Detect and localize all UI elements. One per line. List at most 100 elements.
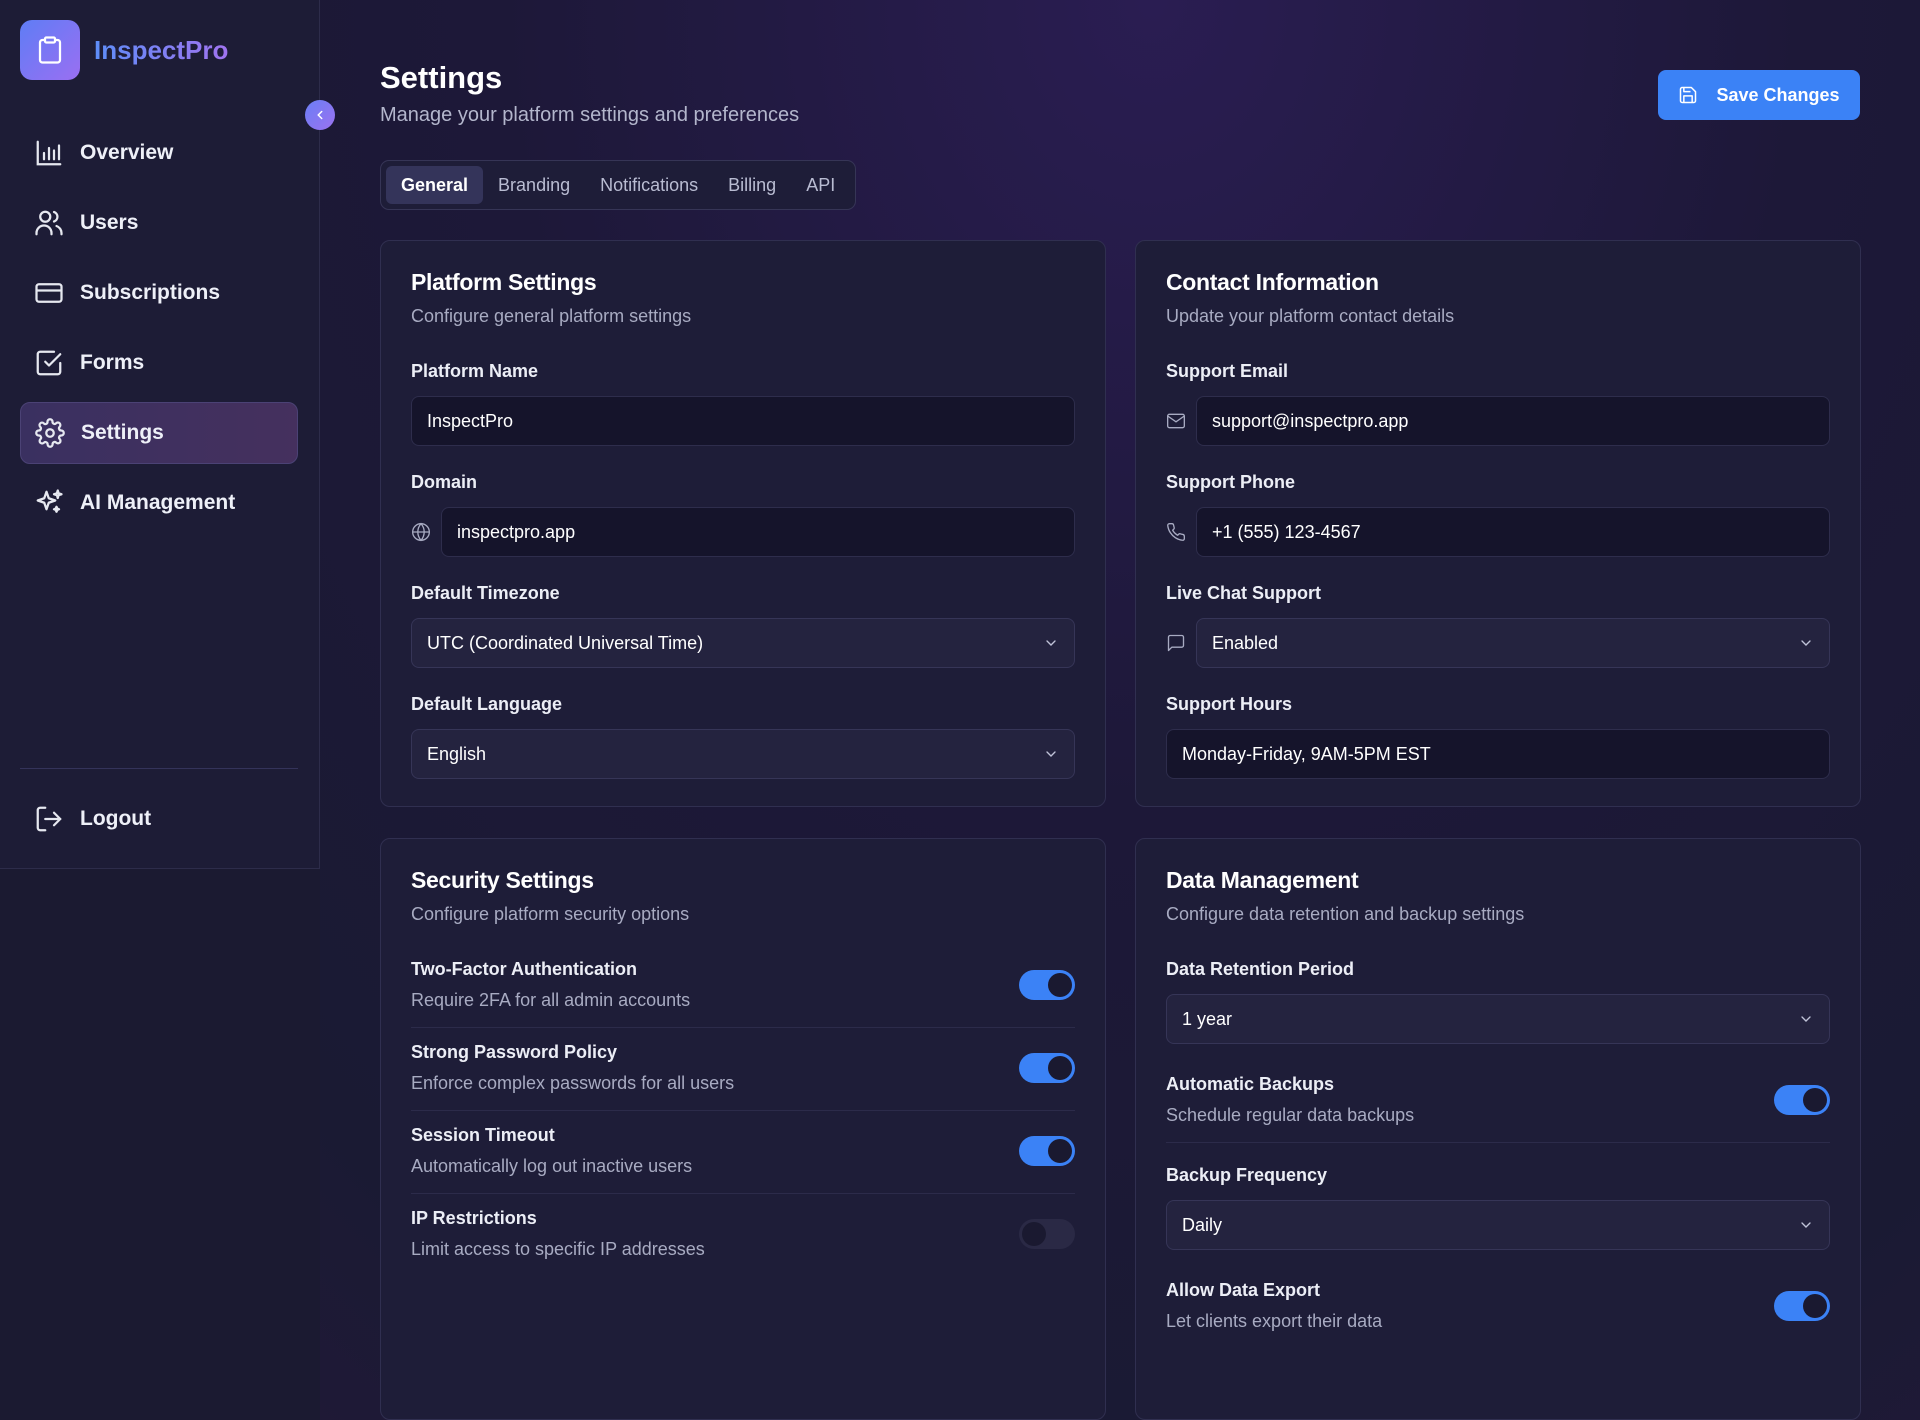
card-subtitle: Configure general platform settings [411, 306, 692, 326]
save-button[interactable]: Save Changes [1658, 70, 1860, 120]
timezone-select[interactable]: UTC (Coordinated Universal Time) [411, 618, 1075, 668]
toggle-description: Enforce complex passwords for all users [411, 1073, 735, 1093]
logout-label: Logout [80, 807, 152, 830]
sidebar-backdrop [0, 869, 320, 1420]
contact-information-card: Contact Information Update your platform… [1135, 240, 1861, 807]
chevron-left-icon [317, 110, 323, 120]
platform-name-label: Platform Name [411, 361, 539, 381]
language-label: Default Language [411, 694, 563, 714]
tab-notifications[interactable]: Notifications [585, 166, 713, 204]
chevron-down-icon [1046, 640, 1056, 646]
chevron-down-icon [1801, 640, 1811, 646]
checkbox-icon [36, 350, 62, 376]
backup-frequency-label: Backup Frequency [1166, 1165, 1328, 1185]
main-content: Settings Manage your platform settings a… [380, 60, 1861, 1420]
tab-branding[interactable]: Branding [483, 166, 585, 204]
password-policy-toggle[interactable] [1019, 1053, 1075, 1083]
sidebar-item-label: Settings [81, 421, 164, 444]
toggle-knob [1022, 1222, 1046, 1246]
card-title: Security Settings [411, 867, 594, 893]
backup-frequency-value: Daily [1182, 1214, 1223, 1235]
support-hours-input[interactable]: Monday-Friday, 9AM-5PM EST [1166, 729, 1830, 779]
data-export-row: Allow Data Export Let clients export the… [1166, 1266, 1830, 1348]
backup-frequency-select[interactable]: Daily [1166, 1200, 1830, 1250]
chevron-down-icon [1801, 1016, 1811, 1022]
logout-button[interactable]: Logout [20, 788, 298, 850]
chevron-down-icon [1801, 1222, 1811, 1228]
page-subtitle: Manage your platform settings and prefer… [380, 104, 800, 126]
tab-api[interactable]: API [791, 166, 850, 204]
data-management-card: Data Management Configure data retention… [1135, 838, 1861, 1420]
support-hours-label: Support Hours [1166, 694, 1292, 714]
retention-select[interactable]: 1 year [1166, 994, 1830, 1044]
sidebar-divider [20, 768, 298, 769]
ip-restrictions-toggle[interactable] [1019, 1219, 1075, 1249]
sidebar-item-settings[interactable]: Settings [20, 402, 298, 464]
toggle-knob [1048, 973, 1072, 997]
sidebar-item-ai-management[interactable]: AI Management [20, 472, 298, 534]
live-chat-value: Enabled [1212, 632, 1279, 653]
security-settings-card: Security Settings Configure platform sec… [380, 838, 1106, 1420]
toggle-title: Automatic Backups [1166, 1074, 1335, 1094]
ip-restrictions-row: IP Restrictions Limit access to specific… [411, 1194, 1075, 1276]
toggle-description: Let clients export their data [1166, 1311, 1383, 1331]
toggle-description: Limit access to specific IP addresses [411, 1239, 705, 1259]
support-email-label: Support Email [1166, 361, 1289, 381]
sidebar-item-forms[interactable]: Forms [20, 332, 298, 394]
password-policy-row: Strong Password Policy Enforce complex p… [411, 1028, 1075, 1111]
toggle-title: Two-Factor Authentication [411, 959, 637, 979]
toggle-knob [1048, 1056, 1072, 1080]
tab-billing[interactable]: Billing [713, 166, 791, 204]
card-subtitle: Update your platform contact details [1166, 306, 1455, 326]
sparkles-icon [36, 489, 63, 513]
globe-icon [411, 522, 433, 542]
logout-icon [36, 806, 62, 832]
session-timeout-row: Session Timeout Automatically log out in… [411, 1111, 1075, 1194]
language-select[interactable]: English [411, 729, 1075, 779]
card-title: Contact Information [1166, 269, 1379, 295]
page-title: Settings [380, 60, 503, 95]
toggle-knob [1803, 1088, 1827, 1112]
save-icon [1680, 86, 1697, 104]
platform-settings-card: Platform Settings Configure general plat… [380, 240, 1106, 807]
card-title: Data Management [1166, 867, 1359, 893]
platform-name-input[interactable]: InspectPro [411, 396, 1075, 446]
support-email-input[interactable]: support@inspectpro.app [1196, 396, 1830, 446]
timezone-label: Default Timezone [411, 583, 560, 603]
chevron-down-icon [1046, 751, 1056, 757]
toggle-title: Allow Data Export [1166, 1280, 1321, 1300]
toggle-description: Require 2FA for all admin accounts [411, 990, 691, 1010]
data-export-toggle[interactable] [1774, 1291, 1830, 1321]
card-title: Platform Settings [411, 269, 597, 295]
toggle-knob [1803, 1294, 1827, 1318]
support-phone-input[interactable]: +1 (555) 123-4567 [1196, 507, 1830, 557]
sidebar: InspectPro Overview Users Subscriptions … [0, 0, 320, 869]
sidebar-item-subscriptions[interactable]: Subscriptions [20, 262, 298, 324]
two-factor-row: Two-Factor Authentication Require 2FA fo… [411, 945, 1075, 1028]
credit-card-icon [35, 283, 63, 303]
bar-chart-icon [36, 140, 62, 166]
sidebar-nav: Overview Users Subscriptions Forms Setti… [20, 122, 298, 542]
users-icon [35, 210, 63, 236]
sidebar-item-label: AI Management [80, 491, 236, 514]
sidebar-item-label: Subscriptions [80, 281, 221, 304]
two-factor-toggle[interactable] [1019, 970, 1075, 1000]
tab-general[interactable]: General [386, 166, 484, 204]
card-subtitle: Configure data retention and backup sett… [1166, 904, 1525, 924]
retention-label: Data Retention Period [1166, 959, 1355, 979]
phone-icon [1166, 522, 1188, 542]
sidebar-item-overview[interactable]: Overview [20, 122, 298, 184]
toggle-title: Strong Password Policy [411, 1042, 618, 1062]
settings-tabs: General Branding Notifications Billing A… [380, 160, 857, 210]
card-subtitle: Configure platform security options [411, 904, 690, 924]
collapse-sidebar-button[interactable] [305, 100, 335, 130]
automatic-backups-toggle[interactable] [1774, 1085, 1830, 1115]
mail-icon [1166, 411, 1188, 431]
sidebar-item-users[interactable]: Users [20, 192, 298, 254]
live-chat-select[interactable]: Enabled [1196, 618, 1830, 668]
sidebar-item-label: Users [80, 211, 139, 234]
brand[interactable]: InspectPro [20, 20, 228, 80]
session-timeout-toggle[interactable] [1019, 1136, 1075, 1166]
timezone-value: UTC (Coordinated Universal Time) [427, 632, 704, 653]
domain-input[interactable]: inspectpro.app [441, 507, 1075, 557]
